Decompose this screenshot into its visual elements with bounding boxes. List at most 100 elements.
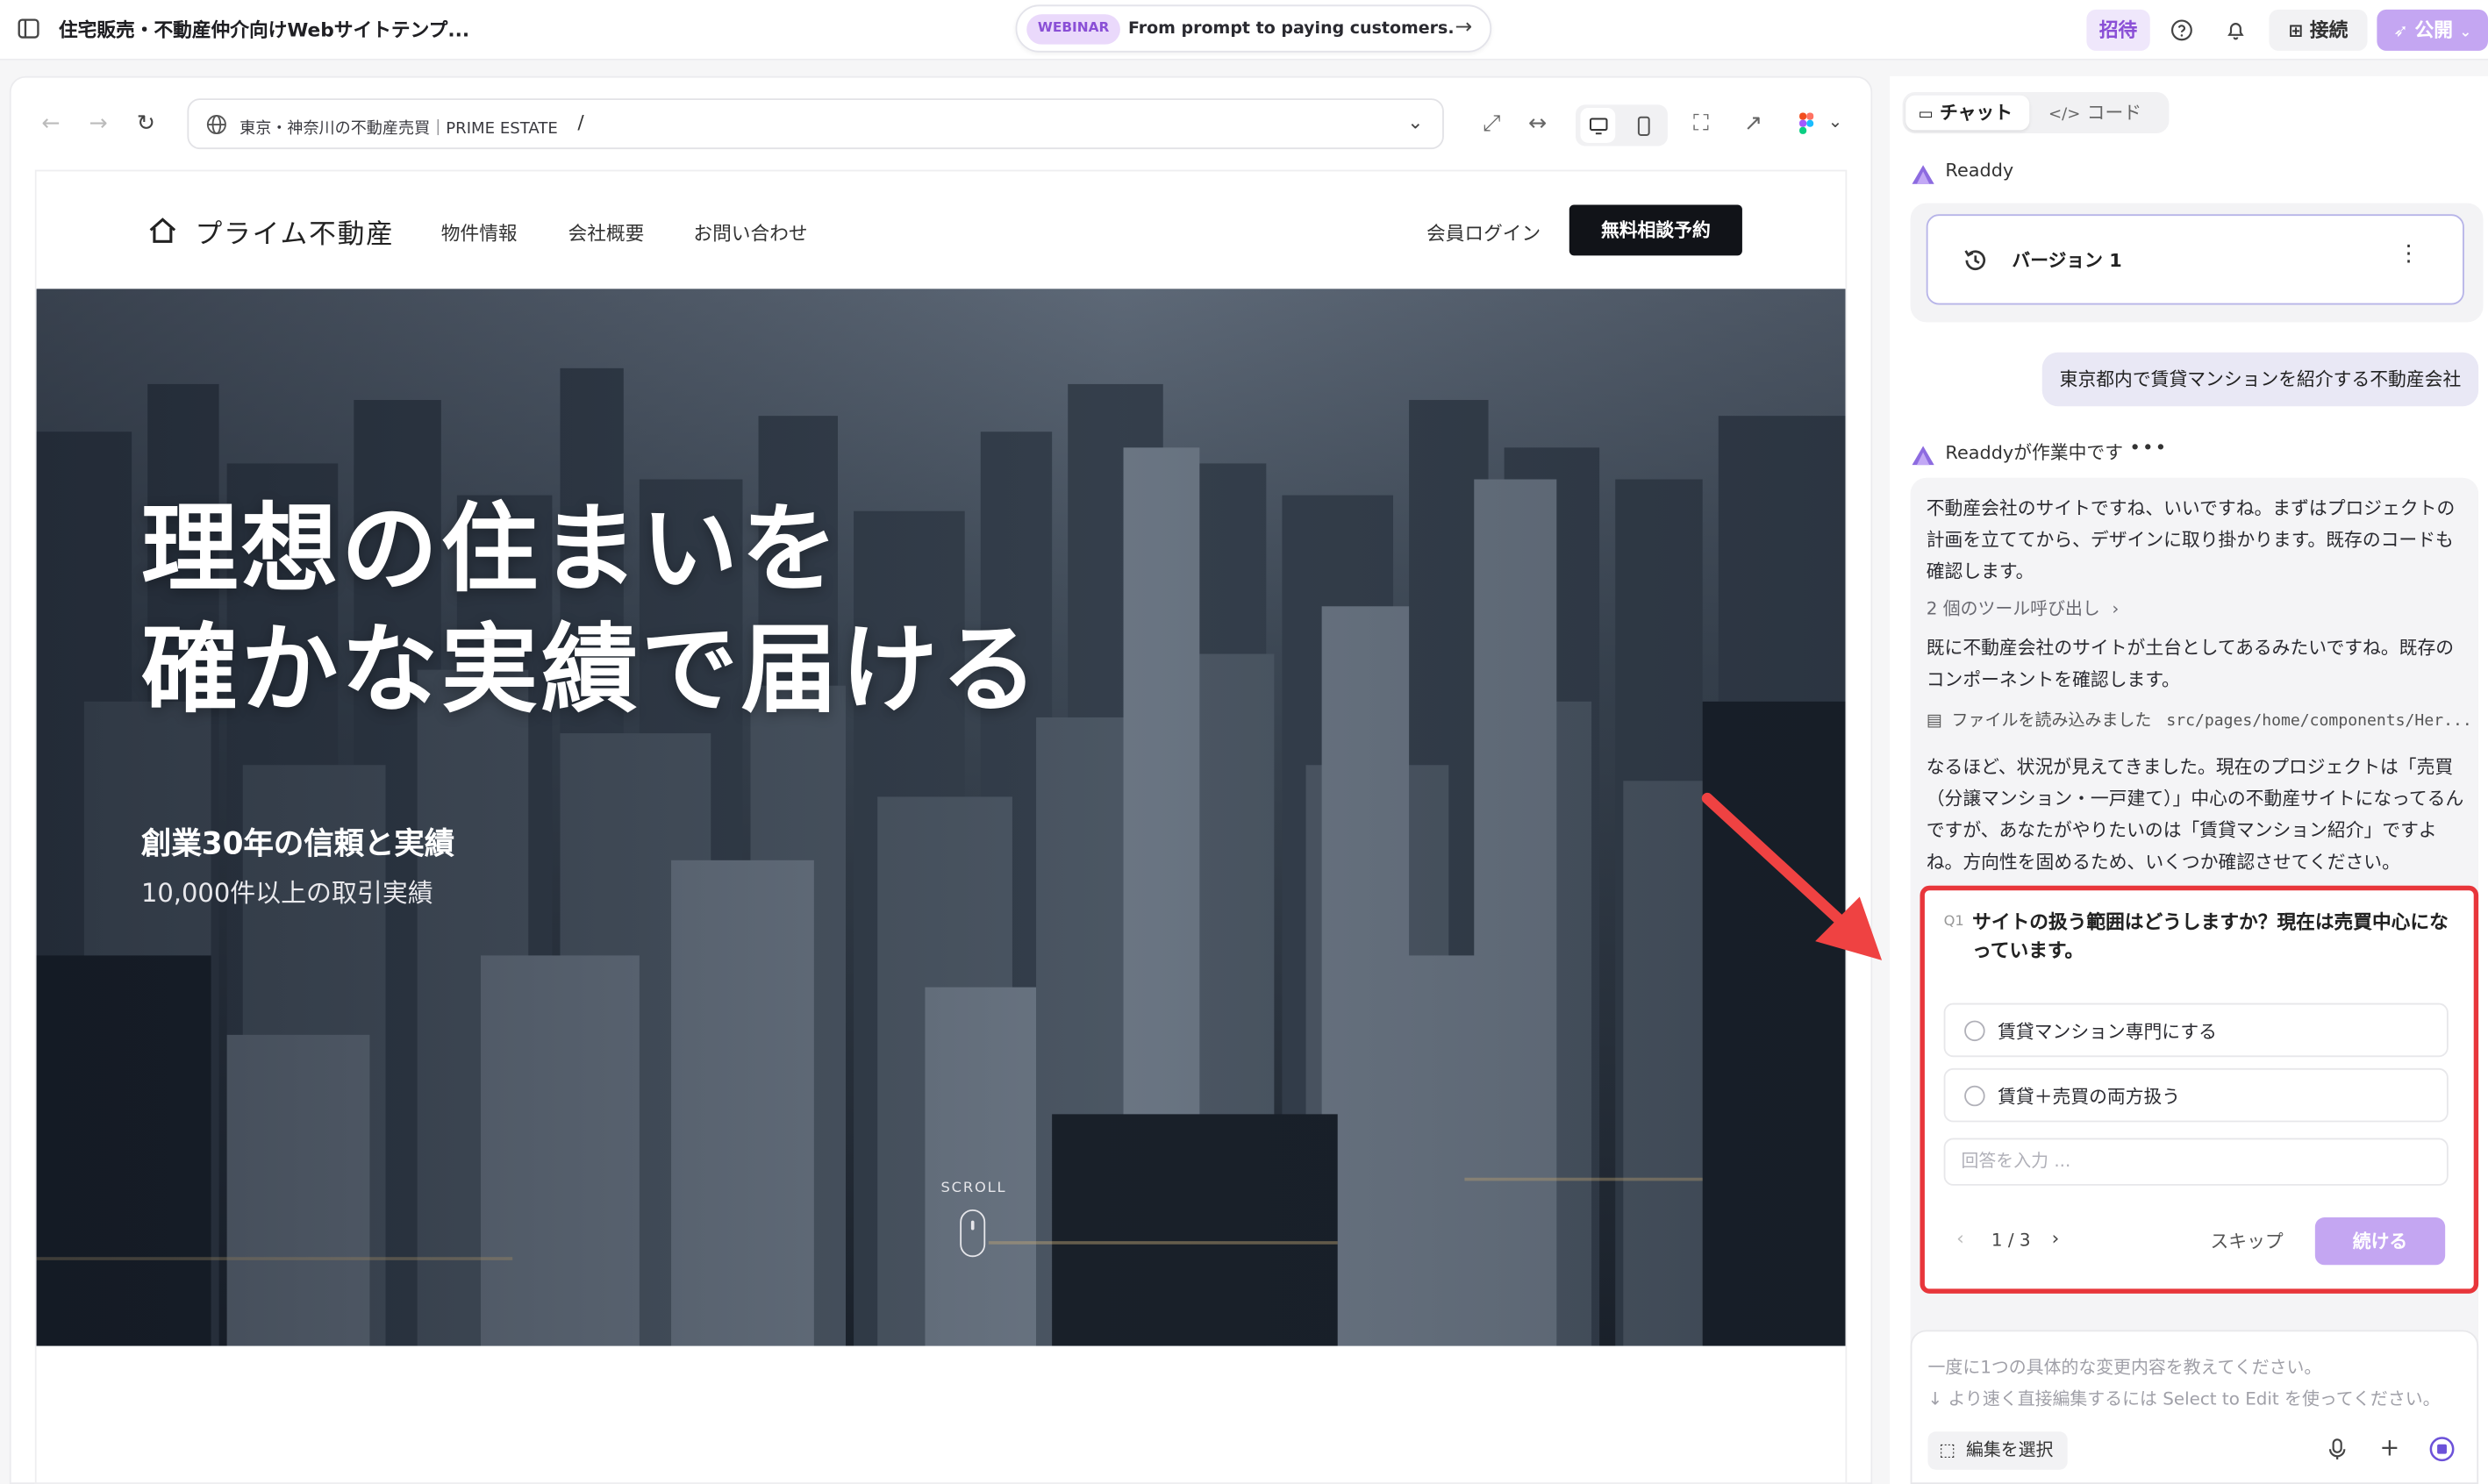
expand-icon[interactable]: ⤢ (1474, 106, 1509, 141)
radio-button[interactable] (1964, 1020, 1985, 1042)
plus-icon[interactable]: + (2377, 1433, 2402, 1462)
user-message: 東京都内で賃貸マンションを紹介する不動産会社 (2041, 352, 2479, 407)
member-login-link[interactable]: 会員ログイン (1426, 219, 1541, 246)
answer-option-label: 賃貸マンション専門にする (1998, 1020, 2217, 1043)
panel-tabs: ▭ チャット </> コード (1902, 91, 2170, 134)
reload-icon[interactable]: ↻ (129, 106, 164, 141)
tab-chat-label: チャット (1940, 101, 2013, 125)
message-composer[interactable]: 一度に1つの具体的な変更内容を教えてください。 ↓ より速く直接編集するには S… (1910, 1330, 2479, 1484)
composer-placeholder-2: ↓ より速く直接編集するには Select to Edit を使ってください。 (1927, 1388, 2441, 1409)
assistant-paragraph-3: なるほど、状況が見えてきました。現在のプロジェクトは「売買（分譲マンション・一戸… (1926, 755, 2464, 874)
chevron-down-icon[interactable]: ⌄ (1407, 111, 1423, 133)
publish-button[interactable]: ➶ 公開 ⌄ (2377, 9, 2488, 51)
publish-label: 公開 (2414, 18, 2453, 42)
hero-subheading: 創業30年の信頼と実績 (140, 826, 455, 862)
webinar-text: From prompt to paying customers. (1127, 18, 1455, 39)
chevron-right-icon: › (2112, 598, 2120, 619)
select-to-edit-label: 編集を選択 (1965, 1439, 2054, 1460)
tool-calls-toggle[interactable]: 2 個のツール呼び出し › (1927, 596, 2120, 621)
hero-heading: 理想の住まいを 確かな実績で届ける (141, 490, 1041, 731)
chat-icon: ▭ (1918, 106, 1934, 125)
site-header: プライム不動産 物件情報 会社概要 お問い合わせ 会員ログイン 無料相談予約 (36, 171, 1846, 289)
website-preview: プライム不動産 物件情報 会社概要 お問い合わせ 会員ログイン 無料相談予約 理… (34, 169, 1848, 1484)
desktop-icon[interactable] (1580, 108, 1616, 143)
file-icon: ▤ (1926, 710, 1942, 731)
url-site-title: 東京・神奈川の不動産売買｜PRIME ESTATE (240, 120, 558, 139)
select-to-edit-button[interactable]: ⬚ 編集を選択 (1927, 1431, 2068, 1470)
working-status: Readdyが作業中です (1945, 441, 2124, 464)
history-icon (1960, 245, 1991, 276)
help-icon[interactable] (2168, 16, 2197, 45)
url-path: / (577, 111, 584, 134)
question-card: Q1 サイトの扱う範囲はどうしますか？現在は売買中心になっています。 賃貸マンシ… (1920, 885, 2479, 1294)
file-read-row[interactable]: ▤ ファイルを読み込みました src/pages/home/components/… (1927, 708, 2472, 731)
answer-option-label: 賃貸＋売買の両方扱う (1998, 1085, 2181, 1109)
answer-input[interactable]: 回答を入力 ... (1943, 1138, 2449, 1186)
nav-contact[interactable]: お問い合わせ (693, 219, 807, 246)
top-bar: 住宅販売・不動産仲介向けWebサイトテンプ... WEBINAR From pr… (0, 0, 2488, 61)
chevron-left-icon[interactable]: ‹ (1956, 1227, 1964, 1249)
version-card[interactable]: バージョン 1 ⋮ (1926, 214, 2464, 305)
chevron-down-icon: ⌄ (2459, 25, 2472, 42)
site-logo[interactable]: プライム不動産 (195, 211, 394, 251)
url-bar[interactable]: 東京・神奈川の不動産売買｜PRIME ESTATE / ⌄ (187, 98, 1444, 150)
hero-section: 理想の住まいを 確かな実績で届ける 創業30年の信頼と実績 10,000件以上の… (36, 289, 1846, 1346)
continue-button[interactable]: 続ける (2314, 1216, 2446, 1266)
connect-button[interactable]: ⊞ 接続 (2269, 9, 2368, 51)
hero-heading-line1: 理想の住まいを (140, 493, 841, 607)
assistant-name: Readdy (1945, 158, 2014, 182)
more-vertical-icon[interactable]: ⋮ (2398, 241, 2420, 276)
typing-dots-icon: ••• (2129, 436, 2169, 459)
rocket-icon: ➶ (2393, 20, 2408, 42)
fullscreen-icon[interactable]: ⛶ (1684, 106, 1719, 141)
version-label: バージョン 1 (2012, 249, 2122, 272)
invite-button[interactable]: 招待 (2086, 9, 2150, 51)
tool-calls-label: 2 個のツール呼び出し (1926, 598, 2100, 619)
scroll-label: SCROLL (940, 1181, 1007, 1197)
home-icon[interactable] (145, 212, 180, 247)
hero-heading-line2: 確かな実績で届ける (140, 614, 1041, 727)
readdy-logo-icon (1912, 441, 1934, 466)
figma-icon[interactable] (1796, 111, 1815, 137)
external-link-icon[interactable]: ↗ (1736, 106, 1771, 141)
hero-caption: 10,000件以上の取引実績 (140, 877, 433, 909)
tab-code[interactable]: </> コード (2048, 96, 2141, 131)
mobile-icon[interactable] (1626, 108, 1662, 143)
webinar-badge: WEBINAR (1026, 14, 1121, 45)
microphone-icon[interactable] (2325, 1437, 2350, 1462)
answer-option-rental-only[interactable]: 賃貸マンション専門にする (1943, 1002, 2449, 1058)
nav-properties[interactable]: 物件情報 (441, 219, 518, 246)
webinar-banner[interactable]: WEBINAR From prompt to paying customers.… (1015, 4, 1492, 53)
composer-placeholder-1: 一度に1つの具体的な変更内容を教えてください。 (1927, 1357, 2322, 1378)
mouse-icon[interactable] (960, 1209, 986, 1258)
assistant-paragraph-1: 不動産会社のサイトですね、いいですね。まずはプロジェクトの計画を立ててから、デザ… (1926, 496, 2456, 583)
file-read-label: ファイルを読み込みました (1951, 710, 2152, 731)
fit-width-icon[interactable]: ↔ (1520, 106, 1555, 141)
assistant-paragraph-2: 既に不動産会社のサイトが土台としてあるみたいですね。既存のコンポーネントを確認し… (1926, 636, 2455, 691)
question-pager: 1 / 3 (1991, 1230, 2031, 1251)
version-container: バージョン 1 ⋮ (1910, 203, 2484, 323)
answer-option-rental-and-sales[interactable]: 賃貸＋売買の両方扱う (1943, 1067, 2449, 1123)
connect-label: 接続 (2309, 18, 2349, 42)
radio-button[interactable] (1964, 1085, 1985, 1107)
tab-code-label: コード (2086, 101, 2142, 125)
project-title[interactable]: 住宅販売・不動産仲介向けWebサイトテンプ... (59, 16, 469, 43)
consult-booking-button[interactable]: 無料相談予約 (1569, 204, 1742, 256)
globe-icon (204, 112, 226, 134)
chevron-right-icon[interactable]: › (2052, 1227, 2060, 1249)
tab-chat[interactable]: ▭ チャット (1905, 95, 2030, 131)
bell-icon[interactable] (2221, 16, 2250, 45)
readdy-logo-icon (1912, 161, 1934, 184)
code-icon: </> (2048, 106, 2081, 125)
send-icon[interactable] (2427, 1435, 2456, 1464)
sidebar-toggle-icon[interactable] (18, 18, 39, 39)
back-icon[interactable]: ← (33, 106, 68, 141)
forward-icon[interactable]: → (81, 106, 116, 141)
chevron-down-icon[interactable]: ⌄ (1828, 111, 1843, 132)
question-title: サイトの扱う範囲はどうしますか？現在は売買中心になっています。 (1972, 910, 2449, 962)
arrow-right-icon: → (1455, 16, 1473, 40)
file-read-path: src/pages/home/components/Her... (2166, 712, 2472, 731)
question-number: Q1 (1943, 914, 1964, 931)
skip-button[interactable]: スキップ (2210, 1229, 2283, 1254)
nav-company[interactable]: 会社概要 (568, 219, 645, 246)
